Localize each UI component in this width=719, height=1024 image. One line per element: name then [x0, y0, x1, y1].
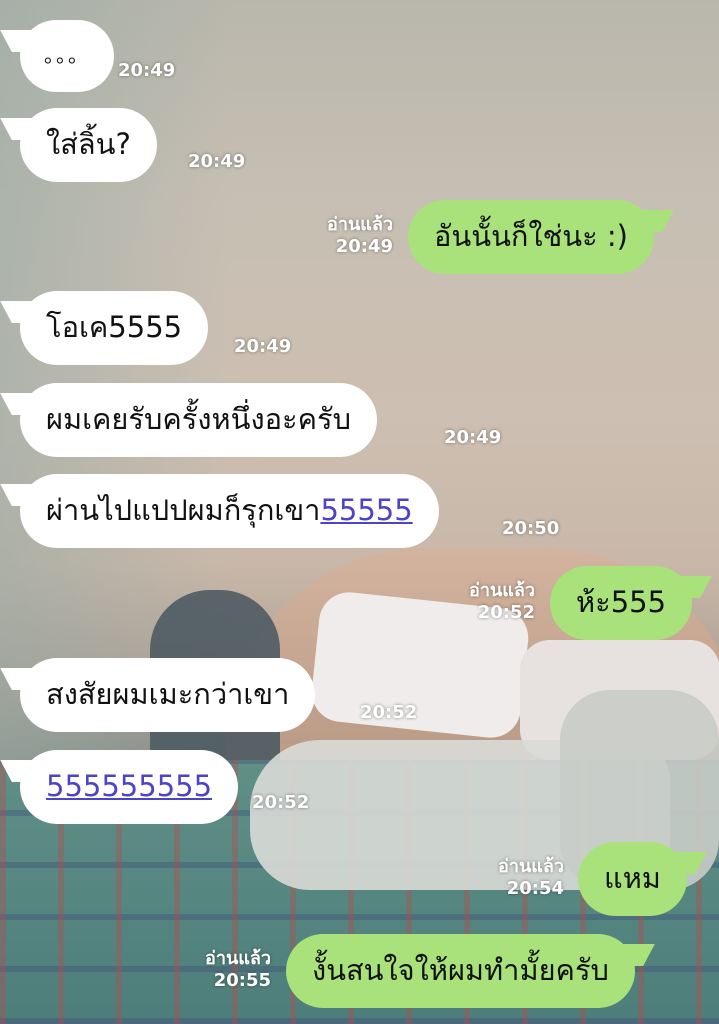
- message-time: 20:52: [477, 602, 535, 623]
- message-text: ผมเคยรับครั้งหนึ่งอะครับ: [46, 402, 352, 436]
- message-time: 20:49: [118, 60, 176, 81]
- read-status: อ่านแล้ว: [327, 214, 393, 235]
- message-bubble-outgoing[interactable]: ห้ะ555: [550, 566, 693, 640]
- message-meta: อ่านแล้ว 20:49: [327, 214, 393, 258]
- read-status: อ่านแล้ว: [498, 856, 564, 877]
- message-time: 20:49: [444, 427, 502, 448]
- message-text: แหม: [604, 861, 661, 895]
- message-bubble-incoming[interactable]: 。。。: [20, 20, 114, 92]
- message-meta: อ่านแล้ว 20:52: [469, 580, 535, 624]
- message-text: โอเค5555: [46, 310, 183, 344]
- message-text: ผ่านไปแปปผมก็รุกเขา: [46, 493, 321, 527]
- message-link[interactable]: 55555: [320, 493, 412, 527]
- message-time: 20:49: [188, 151, 246, 172]
- message-bubble-incoming[interactable]: ใส่ลิ้น?: [20, 108, 157, 182]
- message-meta: อ่านแล้ว 20:54: [498, 856, 564, 900]
- message-text: 。。。: [44, 43, 90, 67]
- message-text: อันนั้นก็ใช่นะ :): [434, 219, 628, 253]
- message-time: 20:50: [502, 518, 560, 539]
- read-status: อ่านแล้ว: [205, 948, 271, 969]
- message-bubble-incoming[interactable]: ผ่านไปแปปผมก็รุกเขา55555: [20, 474, 439, 548]
- message-time: 20:49: [335, 236, 393, 257]
- message-text: ห้ะ555: [576, 585, 667, 619]
- message-time: 20:54: [506, 878, 564, 899]
- message-bubble-incoming[interactable]: 555555555: [20, 750, 239, 824]
- read-status: อ่านแล้ว: [469, 580, 535, 601]
- message-time: 20:52: [252, 792, 310, 813]
- message-bubble-incoming[interactable]: ผมเคยรับครั้งหนึ่งอะครับ: [20, 383, 378, 457]
- message-time: 20:55: [213, 970, 271, 991]
- message-bubble-outgoing[interactable]: แหม: [578, 842, 687, 916]
- message-meta: อ่านแล้ว 20:55: [205, 948, 271, 992]
- message-time: 20:49: [234, 336, 292, 357]
- message-time: 20:52: [360, 702, 418, 723]
- message-bubble-incoming[interactable]: โอเค5555: [20, 291, 209, 365]
- message-bubble-outgoing[interactable]: งั้นสนใจให้ผมทำมั้ยครับ: [286, 934, 635, 1008]
- message-bubble-incoming[interactable]: สงสัยผมเมะกว่าเขา: [20, 658, 316, 732]
- message-text: ใส่ลิ้น?: [46, 127, 131, 161]
- message-bubble-outgoing[interactable]: อันนั้นก็ใช่นะ :): [408, 200, 654, 274]
- message-text: งั้นสนใจให้ผมทำมั้ยครับ: [312, 953, 609, 987]
- message-text: สงสัยผมเมะกว่าเขา: [46, 677, 290, 711]
- message-link[interactable]: 555555555: [46, 769, 212, 803]
